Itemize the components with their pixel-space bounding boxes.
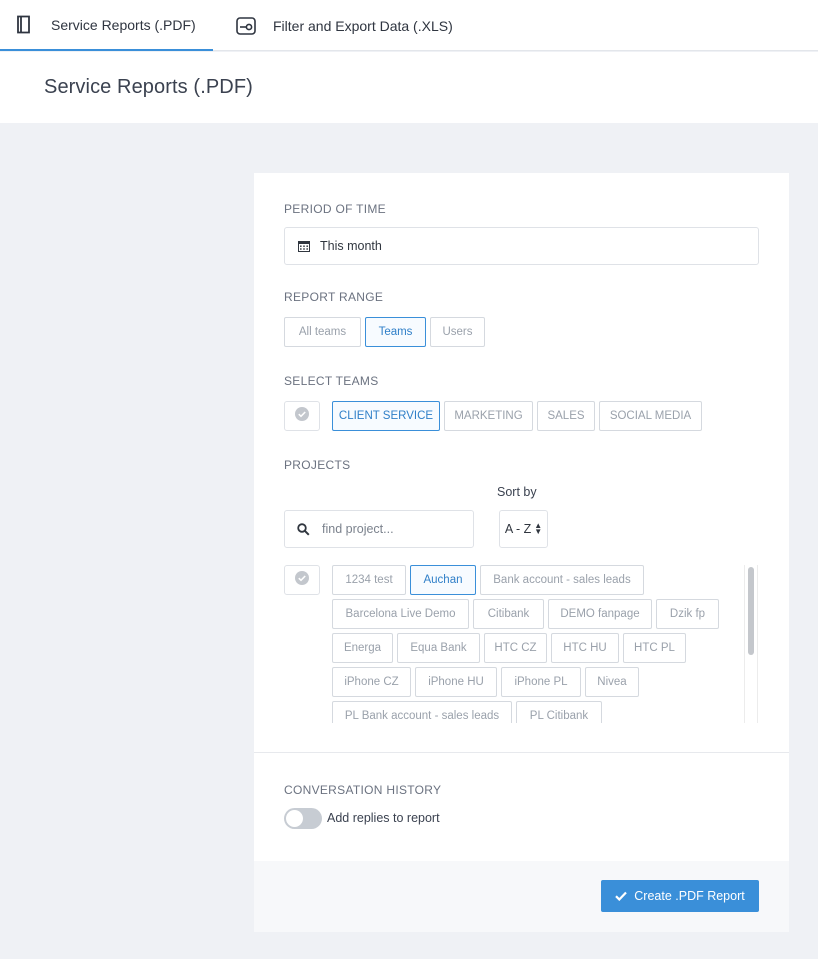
- project-button[interactable]: Nivea: [585, 667, 639, 697]
- project-button[interactable]: Energa: [332, 633, 393, 663]
- project-button[interactable]: Citibank: [473, 599, 544, 629]
- create-button-label: Create .PDF Report: [634, 889, 745, 903]
- range-all-teams-button[interactable]: All teams: [284, 317, 361, 347]
- calendar-icon: [298, 240, 310, 252]
- project-button[interactable]: PL Citibank: [516, 701, 602, 723]
- create-pdf-report-button[interactable]: Create .PDF Report: [601, 880, 759, 912]
- project-button[interactable]: iPhone PL: [501, 667, 581, 697]
- period-value: This month: [320, 239, 382, 253]
- team-sales-button[interactable]: SALES: [537, 401, 595, 431]
- project-button[interactable]: iPhone HU: [415, 667, 497, 697]
- project-search-input[interactable]: find project...: [284, 510, 474, 548]
- filter-export-icon: [236, 16, 256, 35]
- check-icon: [615, 891, 628, 901]
- card-footer: Create .PDF Report: [254, 861, 789, 932]
- page-header: Service Reports (.PDF): [0, 52, 818, 123]
- sort-select[interactable]: A - Z ▲ ▼: [499, 510, 548, 548]
- project-button[interactable]: DEMO fanpage: [548, 599, 652, 629]
- tab-label: Filter and Export Data (.XLS): [273, 17, 453, 34]
- project-button[interactable]: HTC CZ: [484, 633, 547, 663]
- toggle-knob: [286, 810, 303, 827]
- project-button[interactable]: Barcelona Live Demo: [332, 599, 469, 629]
- report-form-card: PERIOD OF TIME This month REPORT RANGE A…: [254, 173, 789, 932]
- range-teams-button[interactable]: Teams: [365, 317, 426, 347]
- sort-by-label: Sort by: [497, 485, 537, 499]
- conversation-history-label: CONVERSATION HISTORY: [284, 783, 442, 797]
- project-button[interactable]: Bank account - sales leads: [480, 565, 644, 595]
- period-select[interactable]: This month: [284, 227, 759, 265]
- project-button[interactable]: HTC HU: [551, 633, 619, 663]
- tab-filter-export[interactable]: Filter and Export Data (.XLS): [236, 0, 453, 51]
- search-placeholder: find project...: [322, 522, 394, 536]
- team-client-service-button[interactable]: CLIENT SERVICE: [332, 401, 440, 431]
- project-button[interactable]: Dzik fp: [656, 599, 719, 629]
- search-icon: [297, 522, 310, 536]
- period-label: PERIOD OF TIME: [284, 202, 386, 216]
- page-title: Service Reports (.PDF): [44, 76, 253, 98]
- project-button[interactable]: 1234 test: [332, 565, 406, 595]
- range-users-button[interactable]: Users: [430, 317, 485, 347]
- tab-label: Service Reports (.PDF): [51, 16, 196, 33]
- projects-label: PROJECTS: [284, 458, 351, 472]
- divider: [254, 752, 789, 753]
- sort-value: A - Z: [504, 522, 532, 536]
- document-icon: [15, 15, 33, 34]
- team-social-media-button[interactable]: SOCIAL MEDIA: [599, 401, 702, 431]
- check-circle-icon: [295, 570, 309, 590]
- sort-arrows-icon: ▲ ▼: [534, 521, 543, 536]
- select-all-projects-button[interactable]: [284, 565, 320, 595]
- add-replies-toggle[interactable]: [284, 808, 322, 829]
- team-marketing-button[interactable]: MARKETING: [444, 401, 533, 431]
- add-replies-label: Add replies to report: [327, 811, 440, 825]
- project-button[interactable]: iPhone CZ: [332, 667, 411, 697]
- scrollbar-thumb[interactable]: [748, 567, 754, 655]
- check-circle-icon: [295, 406, 309, 426]
- projects-scrollbar[interactable]: [744, 565, 758, 723]
- report-range-label: REPORT RANGE: [284, 290, 384, 304]
- project-button[interactable]: PL Bank account - sales leads: [332, 701, 512, 723]
- select-teams-label: SELECT TEAMS: [284, 374, 379, 388]
- select-all-teams-button[interactable]: [284, 401, 320, 431]
- project-button[interactable]: HTC PL: [623, 633, 686, 663]
- tab-bar: Service Reports (.PDF) Filter and Export…: [0, 0, 818, 51]
- project-button[interactable]: Auchan: [410, 565, 476, 595]
- project-button[interactable]: Equa Bank: [397, 633, 480, 663]
- projects-list: 1234 test Auchan Bank account - sales le…: [332, 565, 747, 723]
- tab-service-reports[interactable]: Service Reports (.PDF): [0, 0, 213, 51]
